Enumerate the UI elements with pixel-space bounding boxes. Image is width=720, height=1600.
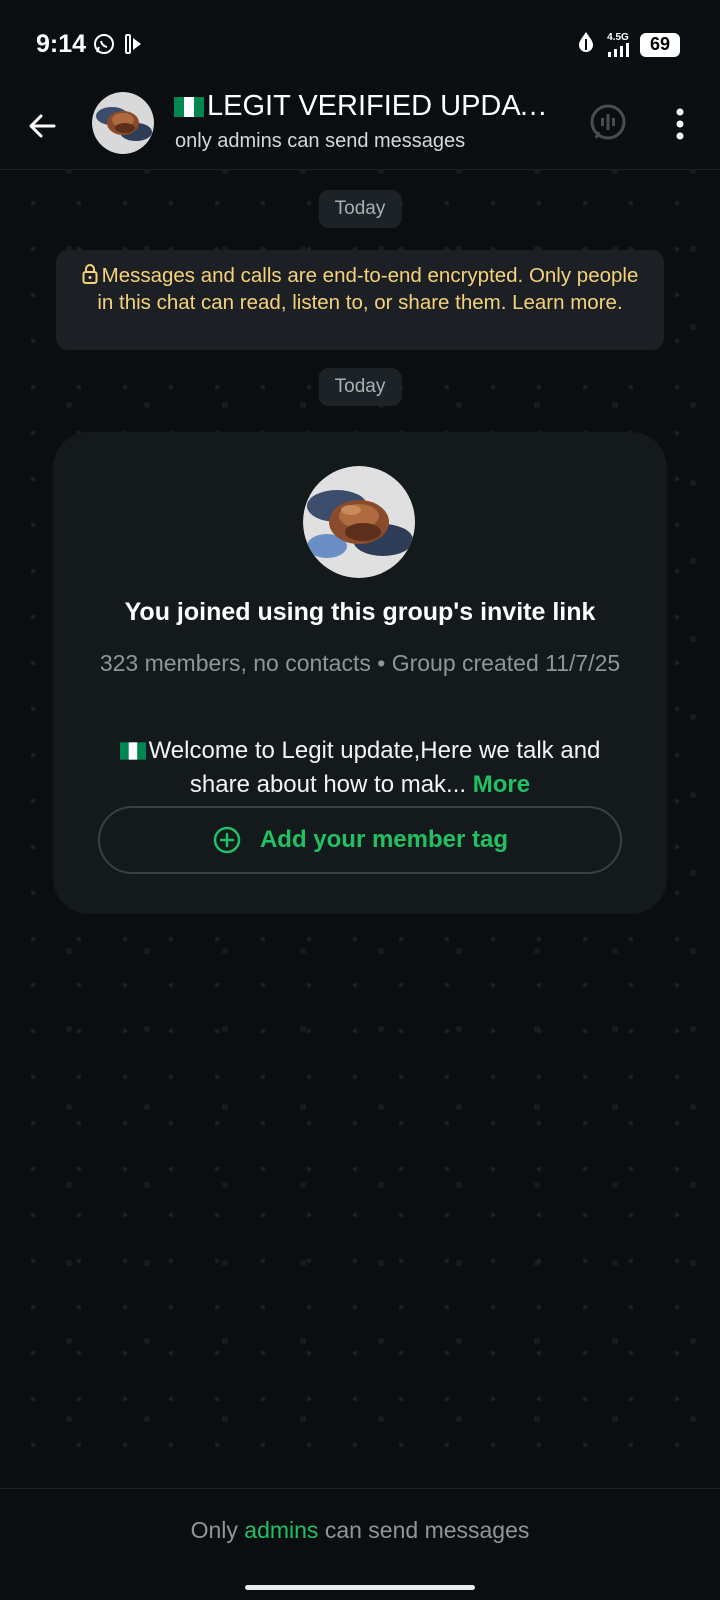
date-chip: Today	[318, 368, 402, 406]
encryption-notice-text: Messages and calls are end-to-end encryp…	[97, 264, 639, 314]
lock-icon	[82, 264, 98, 284]
signal-icon: 4.5G	[606, 31, 630, 57]
home-indicator[interactable]	[245, 1585, 475, 1590]
group-subtitle: only admins can send messages	[175, 130, 466, 152]
cast-icon	[122, 32, 146, 61]
drop-icon	[576, 30, 596, 59]
nigeria-flag-icon	[119, 742, 146, 760]
footer-notice: Only admins can send messages	[0, 1517, 720, 1544]
more-options-button[interactable]	[660, 102, 700, 146]
status-notification-icons	[92, 32, 146, 61]
group-description-text: Welcome to Legit update,Here we talk and…	[148, 737, 601, 798]
stacked-hands-image	[303, 466, 415, 578]
more-vertical-icon	[676, 108, 684, 140]
group-meta: 323 members, no contacts • Group created…	[99, 650, 621, 676]
status-bar: 9:14 4.5G 69	[0, 0, 720, 86]
nigeria-flag-icon	[174, 97, 204, 117]
read-only-footer: Only admins can send messages	[0, 1488, 720, 1600]
status-time: 9:14	[36, 30, 87, 58]
voice-chat-icon	[590, 104, 626, 140]
group-title-text: LEGIT VERIFIED UPDATE...	[207, 90, 564, 122]
group-avatar[interactable]	[92, 92, 154, 154]
group-avatar-large[interactable]	[303, 466, 415, 578]
add-circle-icon	[213, 826, 241, 854]
encryption-notice[interactable]: Messages and calls are end-to-end encryp…	[56, 250, 664, 350]
admins-link[interactable]: admins	[244, 1517, 318, 1543]
whatsapp-icon	[92, 32, 116, 61]
add-member-tag-label: Add your member tag	[259, 826, 509, 853]
chat-header: LEGIT VERIFIED UPDATE... only admins can…	[0, 86, 720, 170]
more-link[interactable]: More	[473, 771, 530, 798]
footer-prefix: Only	[190, 1517, 238, 1543]
group-description: Welcome to Legit update,Here we talk and…	[93, 734, 627, 802]
add-member-tag-button[interactable]: Add your member tag	[98, 806, 622, 874]
arrow-left-icon	[29, 114, 56, 138]
group-title[interactable]: LEGIT VERIFIED UPDATE...	[174, 90, 564, 123]
network-label: 4.5G	[607, 31, 629, 43]
status-right-icons: 4.5G 69	[576, 30, 680, 59]
card-title: You joined using this group's invite lin…	[124, 598, 596, 626]
back-button[interactable]	[20, 104, 64, 148]
voice-chat-button[interactable]	[586, 102, 630, 146]
group-info-card: You joined using this group's invite lin…	[53, 432, 667, 914]
stacked-hands-image	[92, 92, 154, 154]
chat-area[interactable]: Today Messages and calls are end-to-end …	[0, 170, 720, 1488]
battery-icon: 69	[640, 32, 680, 57]
date-chip: Today	[318, 190, 402, 228]
footer-suffix: can send messages	[324, 1517, 530, 1543]
